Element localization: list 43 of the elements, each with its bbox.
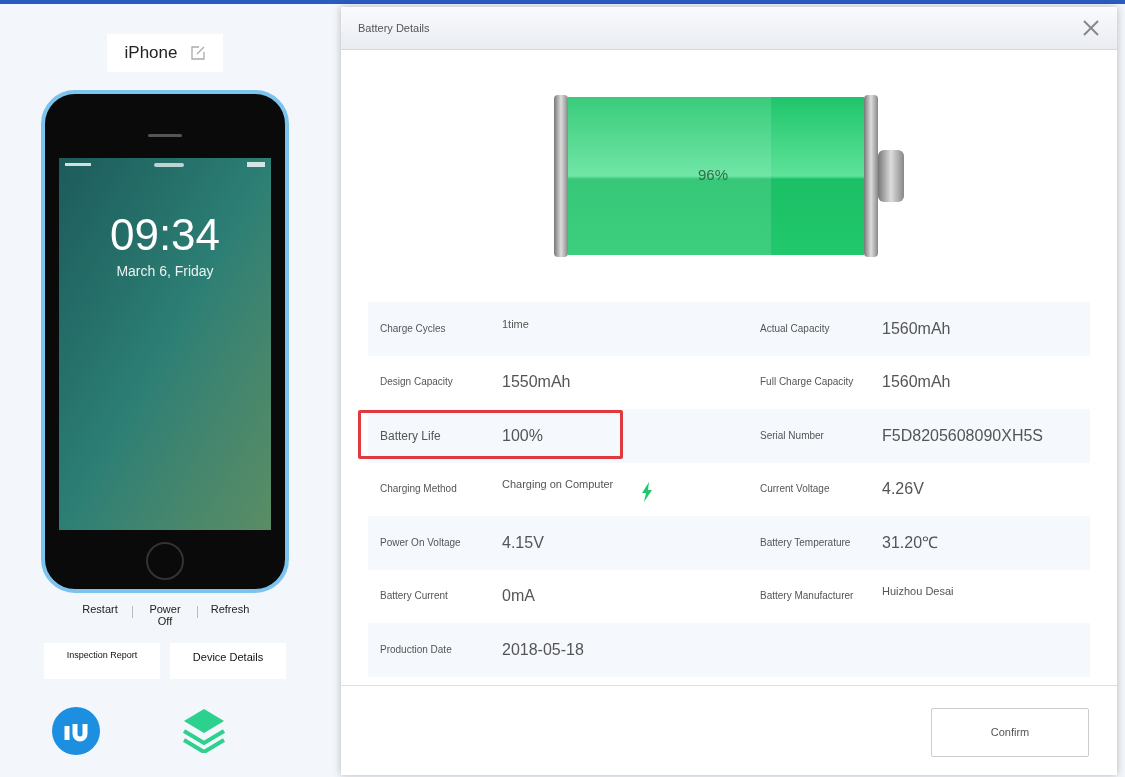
device-details-button[interactable]: Inspection Report xyxy=(44,642,160,679)
clock-time: 09:34 xyxy=(109,212,221,257)
device-action-link[interactable]: Restart xyxy=(80,602,120,615)
field-label: Charge Cycles xyxy=(380,322,447,335)
field-value: 31.20℃ xyxy=(882,532,939,553)
home-button-icon xyxy=(146,541,184,580)
field-value: 1time xyxy=(502,316,529,332)
field-label: Charging Method xyxy=(380,483,458,496)
clock-date: March 6, Friday xyxy=(116,261,214,281)
field-value: 1550mAh xyxy=(502,372,571,393)
field-value: 2018-05-18 xyxy=(502,639,584,660)
edit-icon[interactable] xyxy=(191,45,206,60)
field-label: Design Capacity xyxy=(380,376,454,389)
field-value: 1560mAh xyxy=(882,372,951,393)
field-label: Actual Capacity xyxy=(760,322,831,335)
field-value: 4.26V xyxy=(882,479,924,500)
field-value: 1560mAh xyxy=(882,318,951,339)
status-bar-icon xyxy=(65,161,265,168)
device-name-field[interactable]: iPhone xyxy=(106,34,224,72)
field-value: 0mA xyxy=(502,586,535,607)
device-details-button[interactable]: Device Details xyxy=(170,642,286,679)
field-label: Battery Life xyxy=(380,429,442,442)
field-label: Production Date xyxy=(380,643,453,656)
field-label: Current Voltage xyxy=(760,483,831,496)
field-label: Battery Current xyxy=(380,590,449,603)
device-action-link[interactable]: Power Off xyxy=(145,602,185,627)
field-value: Huizhou Desai xyxy=(882,584,954,599)
layers-icon[interactable] xyxy=(180,706,228,753)
confirm-button[interactable]: Confirm xyxy=(931,707,1089,757)
dialog-title: Battery Details xyxy=(358,20,430,36)
field-value: 100% xyxy=(502,425,543,446)
close-icon[interactable] xyxy=(1082,19,1100,37)
battery-percentage: 96% xyxy=(698,165,729,185)
field-value: F5D8205608090XH5S xyxy=(882,425,1043,446)
app-logo-icon[interactable] xyxy=(52,706,100,755)
field-label: Power On Voltage xyxy=(380,536,462,549)
field-value: Charging on Computer xyxy=(502,477,614,492)
field-value: 4.15V xyxy=(502,532,544,553)
field-label: Serial Number xyxy=(760,429,825,442)
field-label: Battery Manufacturer xyxy=(760,590,855,603)
device-action-link[interactable]: Refresh xyxy=(210,602,250,615)
field-label: Full Charge Capacity xyxy=(760,376,855,389)
field-label: Battery Temperature xyxy=(760,536,852,549)
